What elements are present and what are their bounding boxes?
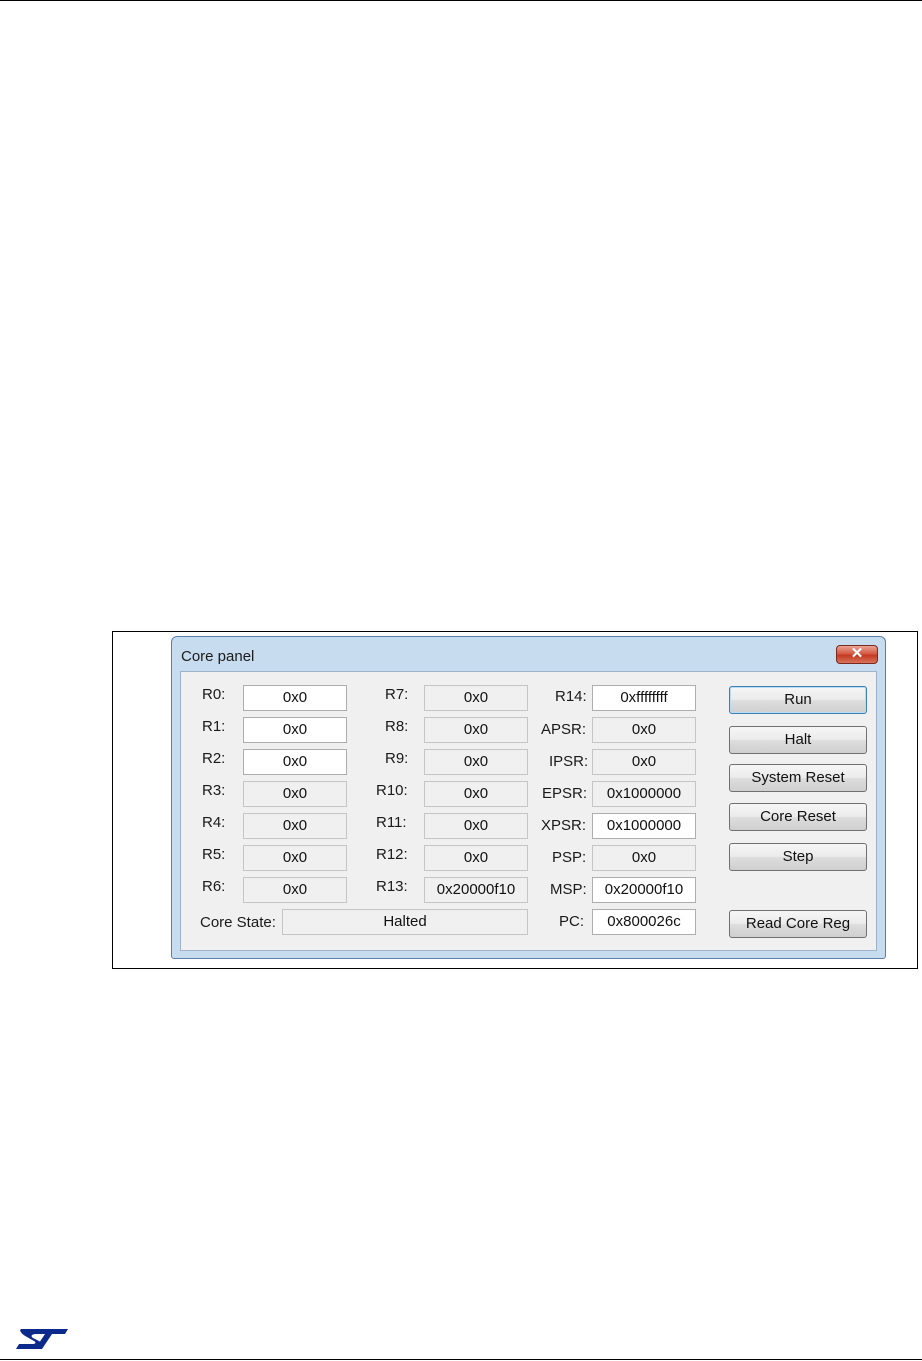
field-r4: 0x0 — [243, 813, 347, 839]
field-r10: 0x0 — [424, 781, 528, 807]
label-psp: PSP: — [552, 849, 587, 866]
label-r3: R3: — [202, 782, 226, 799]
label-apsr: APSR: — [541, 721, 587, 738]
title-bar[interactable]: Core panel ✕ — [172, 637, 885, 671]
field-r9: 0x0 — [424, 749, 528, 775]
field-psp: 0x0 — [592, 845, 696, 871]
field-r7: 0x0 — [424, 685, 528, 711]
label-pc: PC: — [559, 913, 585, 930]
label-r2: R2: — [202, 750, 226, 767]
label-r1: R1: — [202, 718, 226, 735]
core-panel-dialog: Core panel ✕ R0: 0x0 R1: 0x0 R2: 0x0 R3:… — [171, 636, 886, 959]
field-xpsr[interactable]: 0x1000000 — [592, 813, 696, 839]
field-r0[interactable]: 0x0 — [243, 685, 347, 711]
field-core-state: Halted — [282, 909, 528, 935]
dialog-title: Core panel — [181, 648, 255, 665]
field-epsr: 0x1000000 — [592, 781, 696, 807]
step-button[interactable]: Step — [729, 843, 867, 871]
field-r6: 0x0 — [243, 877, 347, 903]
field-ipsr: 0x0 — [592, 749, 696, 775]
label-r9: R9: — [385, 750, 409, 767]
client-area: R0: 0x0 R1: 0x0 R2: 0x0 R3: 0x0 R4: 0x0 … — [180, 671, 877, 951]
halt-button[interactable]: Halt — [729, 726, 867, 754]
label-r7: R7: — [385, 686, 409, 703]
field-r13: 0x20000f10 — [424, 877, 528, 903]
st-logo-icon — [16, 1329, 68, 1349]
top-rule — [0, 0, 922, 1]
label-r0: R0: — [202, 686, 226, 703]
label-core-state: Core State: — [200, 914, 276, 931]
label-msp: MSP: — [550, 881, 587, 898]
label-epsr: EPSR: — [542, 785, 588, 802]
field-r2[interactable]: 0x0 — [243, 749, 347, 775]
label-r12: R12: — [376, 846, 408, 863]
read-core-reg-button[interactable]: Read Core Reg — [729, 910, 867, 938]
label-r11: R11: — [376, 814, 407, 831]
field-r1[interactable]: 0x0 — [243, 717, 347, 743]
field-msp[interactable]: 0x20000f10 — [592, 877, 696, 903]
label-r14: R14: — [555, 688, 587, 705]
label-r4: R4: — [202, 814, 226, 831]
field-r5: 0x0 — [243, 845, 347, 871]
field-r3: 0x0 — [243, 781, 347, 807]
label-ipsr: IPSR: — [549, 753, 589, 770]
close-button[interactable]: ✕ — [836, 645, 878, 664]
bottom-rule — [0, 1359, 922, 1360]
system-reset-button[interactable]: System Reset — [729, 764, 867, 792]
core-reset-button[interactable]: Core Reset — [729, 803, 867, 831]
label-xpsr: XPSR: — [541, 817, 587, 834]
field-r12: 0x0 — [424, 845, 528, 871]
run-button[interactable]: Run — [729, 686, 867, 714]
field-r8: 0x0 — [424, 717, 528, 743]
label-r10: R10: — [376, 782, 408, 799]
label-r13: R13: — [376, 878, 408, 895]
label-r6: R6: — [202, 878, 226, 895]
close-icon: ✕ — [850, 645, 864, 662]
label-r5: R5: — [202, 846, 226, 863]
label-r8: R8: — [385, 718, 409, 735]
field-r11: 0x0 — [424, 813, 528, 839]
field-apsr: 0x0 — [592, 717, 696, 743]
field-pc[interactable]: 0x800026c — [592, 909, 696, 935]
field-r14[interactable]: 0xffffffff — [592, 685, 696, 711]
